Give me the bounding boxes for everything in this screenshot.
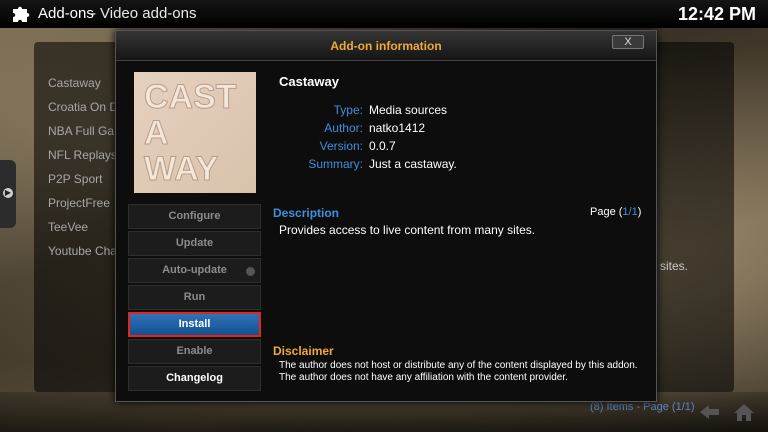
thumbnail-text: CAST (144, 78, 237, 116)
list-item[interactable]: NFL Replays (48, 148, 118, 172)
home-icon[interactable] (732, 402, 756, 422)
info-row-type: Type: Media sources (270, 103, 590, 119)
list-item[interactable]: NBA Full Ga (48, 124, 118, 148)
description-heading: Description (273, 206, 340, 220)
breadcrumb-subsection: Video add-ons (100, 5, 197, 22)
configure-button[interactable]: Configure (128, 204, 261, 229)
description-text: Provides access to live content from man… (279, 223, 536, 237)
list-item[interactable]: Youtube Cha (48, 244, 118, 268)
field-value: natko1412 (369, 121, 426, 135)
install-button[interactable]: Install (128, 312, 261, 337)
field-label: Summary: (308, 157, 363, 171)
items-page-counter: (8) Items - Page (1/1) (590, 401, 695, 413)
list-item[interactable]: Croatia On D (48, 100, 118, 124)
info-row-version: Version: 0.0.7 (270, 139, 590, 155)
info-row-author: Author: natko1412 (270, 121, 590, 137)
field-label: Type: (333, 103, 363, 117)
dialog-header: Add-on information X (116, 31, 656, 61)
toggle-indicator-icon (246, 267, 255, 276)
list-item[interactable]: P2P Sport (48, 172, 118, 196)
breadcrumb-separator: - (91, 5, 96, 22)
run-button[interactable]: Run (128, 285, 261, 310)
list-item[interactable]: Castaway (48, 76, 118, 100)
list-item[interactable]: ProjectFree (48, 196, 118, 220)
field-label: Version: (319, 139, 363, 153)
addon-name: Castaway (279, 74, 339, 89)
changelog-button[interactable]: Changelog (128, 366, 261, 391)
auto-update-label: Auto-update (162, 264, 227, 276)
thumbnail-text: WAY (144, 150, 219, 188)
dialog-title: Add-on information (330, 39, 442, 53)
update-button[interactable]: Update (128, 231, 261, 256)
clock: 12:42 PM (677, 4, 756, 24)
breadcrumb-section: Add-ons (38, 5, 94, 22)
list-item[interactable]: TeeVee (48, 220, 118, 244)
info-row-summary: Summary: Just a castaway. (270, 157, 590, 173)
auto-update-button[interactable]: Auto-update (128, 258, 261, 283)
thumbnail-text: A (144, 114, 169, 152)
enable-button[interactable]: Enable (128, 339, 261, 364)
arrow-right-icon: ▶ (3, 188, 13, 198)
side-menu-tab[interactable]: ▶ (0, 160, 16, 228)
close-button[interactable]: X (612, 35, 644, 49)
background-text-fragment: sites. (660, 259, 689, 273)
back-arrow-icon[interactable] (698, 402, 722, 422)
field-label: Author: (324, 121, 363, 135)
field-value: Just a castaway. (369, 157, 457, 171)
addon-thumbnail: CAST A WAY (134, 72, 256, 193)
disclaimer-heading: Disclaimer (273, 344, 334, 358)
addon-list: Castaway Croatia On D NBA Full Ga NFL Re… (40, 70, 120, 270)
description-page-indicator: Page (1/1) (590, 206, 642, 218)
field-value: 0.0.7 (369, 139, 396, 153)
top-bar: Add-ons - Video add-ons 12:42 PM (0, 0, 768, 28)
disclaimer-text: The author does not host or distribute a… (279, 360, 638, 383)
puzzle-piece-icon (10, 3, 32, 25)
field-value: Media sources (369, 103, 448, 117)
